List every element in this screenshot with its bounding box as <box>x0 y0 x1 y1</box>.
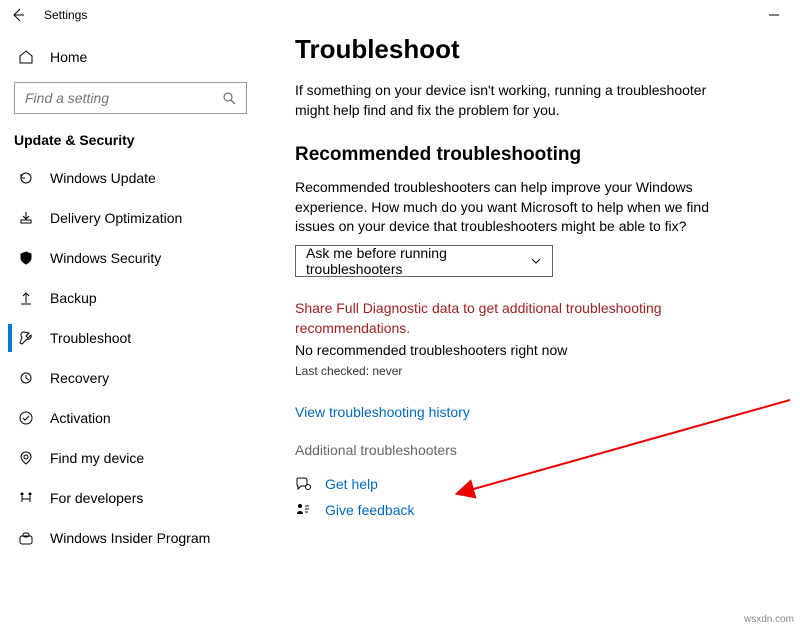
nav-label: Windows Update <box>50 170 156 186</box>
sidebar-item-windows-security[interactable]: Windows Security <box>8 238 253 278</box>
back-button[interactable] <box>6 3 30 27</box>
main-content: Troubleshoot If something on your device… <box>265 30 800 629</box>
nav-label: Backup <box>50 290 97 306</box>
delivery-icon <box>18 210 36 226</box>
sidebar-item-troubleshoot[interactable]: Troubleshoot <box>8 318 253 358</box>
give-feedback-link[interactable]: Give feedback <box>325 502 415 518</box>
get-help-icon <box>295 476 317 492</box>
recommended-heading: Recommended troubleshooting <box>295 144 770 166</box>
troubleshoot-icon <box>18 330 36 346</box>
sidebar-item-for-developers[interactable]: For developers <box>8 478 253 518</box>
history-link[interactable]: View troubleshooting history <box>295 404 770 420</box>
insider-icon <box>18 530 36 546</box>
recovery-icon <box>18 370 36 386</box>
home-label: Home <box>50 49 87 65</box>
dropdown-value: Ask me before running troubleshooters <box>306 245 530 277</box>
sidebar-item-windows-update[interactable]: Windows Update <box>8 158 253 198</box>
sidebar-item-recovery[interactable]: Recovery <box>8 358 253 398</box>
nav-label: For developers <box>50 490 143 506</box>
backup-icon <box>18 290 36 306</box>
chevron-down-icon <box>530 255 542 267</box>
nav-label: Delivery Optimization <box>50 210 182 226</box>
nav-label: Find my device <box>50 450 144 466</box>
sidebar-item-activation[interactable]: Activation <box>8 398 253 438</box>
sync-icon <box>18 170 36 186</box>
get-help-link[interactable]: Get help <box>325 476 378 492</box>
page-intro: If something on your device isn't workin… <box>295 81 725 120</box>
nav-label: Troubleshoot <box>50 330 131 346</box>
sidebar-item-find-my-device[interactable]: Find my device <box>8 438 253 478</box>
feedback-icon <box>295 502 317 518</box>
nav-label: Activation <box>50 410 111 426</box>
nav-label: Recovery <box>50 370 109 386</box>
nav-label: Windows Security <box>50 250 161 266</box>
sidebar: Home Update & Security Windows Update De… <box>0 30 265 629</box>
search-box[interactable] <box>14 82 247 114</box>
search-icon <box>222 91 236 105</box>
section-label: Update & Security <box>8 128 253 158</box>
no-recommended-text: No recommended troubleshooters right now <box>295 342 770 358</box>
developers-icon <box>18 490 36 506</box>
home-icon <box>18 49 36 65</box>
recommended-desc: Recommended troubleshooters can help imp… <box>295 178 725 237</box>
window-title: Settings <box>44 8 87 22</box>
diagnostic-warning: Share Full Diagnostic data to get additi… <box>295 299 725 338</box>
sidebar-home[interactable]: Home <box>8 38 253 76</box>
sidebar-item-insider[interactable]: Windows Insider Program <box>8 518 253 558</box>
location-icon <box>18 450 36 466</box>
additional-heading[interactable]: Additional troubleshooters <box>295 442 770 458</box>
watermark: wsxdn.com <box>744 614 794 625</box>
activation-icon <box>18 410 36 426</box>
nav-label: Windows Insider Program <box>50 530 210 546</box>
page-title: Troubleshoot <box>295 34 770 65</box>
minimize-button[interactable] <box>754 0 794 30</box>
sidebar-item-backup[interactable]: Backup <box>8 278 253 318</box>
shield-icon <box>18 250 36 266</box>
search-input[interactable] <box>25 90 222 106</box>
last-checked: Last checked: never <box>295 364 770 378</box>
troubleshoot-preference-dropdown[interactable]: Ask me before running troubleshooters <box>295 245 553 277</box>
sidebar-item-delivery-optimization[interactable]: Delivery Optimization <box>8 198 253 238</box>
